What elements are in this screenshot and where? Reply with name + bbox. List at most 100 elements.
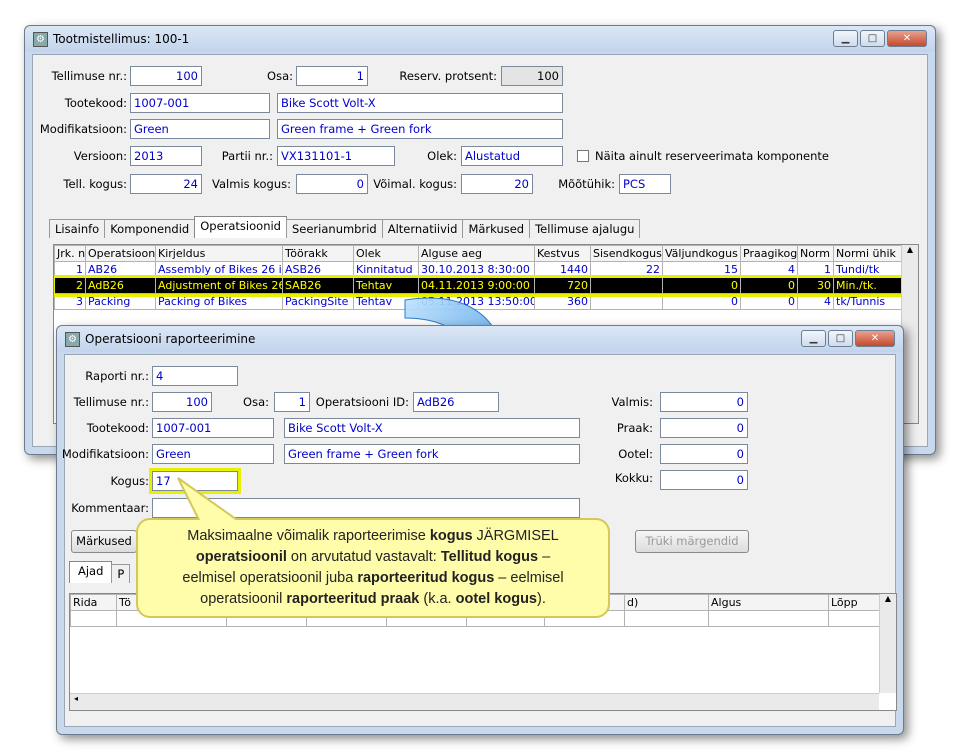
- callout-line: eelmisel operatsioonil juba raporteeritu…: [148, 568, 598, 589]
- col-header[interactable]: Kirjeldus: [155, 245, 283, 262]
- cell: Kinnitatud: [353, 261, 419, 278]
- col-header[interactable]: Olek: [353, 245, 419, 262]
- callout-text-bold: Tellitud kogus: [440, 549, 539, 565]
- scrap-field[interactable]: 0: [660, 418, 748, 438]
- col-header[interactable]: Normi ühik: [833, 245, 904, 262]
- report-number-label: Raporti nr.:: [85, 369, 149, 383]
- version-label: Versioon:: [73, 149, 127, 163]
- cell: [828, 610, 881, 627]
- table-row[interactable]: 3 Packing Packing of Bikes PackingSite T…: [54, 293, 904, 310]
- cell: Tehtav: [353, 277, 419, 294]
- modification-field[interactable]: Green: [130, 119, 270, 139]
- part-label: Osa:: [267, 69, 293, 83]
- col-header[interactable]: Kestvus: [534, 245, 591, 262]
- cell: 0: [662, 277, 741, 294]
- cell: tk/Tunnis: [833, 293, 904, 310]
- tab-alternatiivid[interactable]: Alternatiivid: [381, 219, 464, 238]
- completed-qty-label: Valmis kogus:: [211, 177, 291, 191]
- close-button[interactable]: ✕: [855, 330, 895, 347]
- tab-p[interactable]: P: [111, 564, 131, 583]
- modification-label: Modifikatsioon:: [39, 122, 127, 136]
- quantity-field[interactable]: 17: [149, 468, 241, 494]
- minimize-button[interactable]: ▁: [833, 30, 858, 47]
- col-header[interactable]: Sisendkogus: [590, 245, 663, 262]
- print-labels-button[interactable]: Trüki märgendid: [635, 530, 749, 553]
- callout-text: (k.a.: [419, 591, 456, 607]
- dialog-titlebar: ⚙ Operatsiooni raporteerimine ▁ □ ✕: [57, 326, 903, 352]
- tab-ajad[interactable]: Ajad: [69, 561, 113, 583]
- maximize-button[interactable]: □: [828, 330, 853, 347]
- unit-label: Mõõtühik:: [558, 177, 615, 191]
- tab-markused[interactable]: Märkused: [462, 219, 531, 238]
- times-vertical-scrollbar[interactable]: ▲: [879, 594, 896, 693]
- cell: 4: [740, 261, 798, 278]
- table-row[interactable]: 1 AB26 Assembly of Bikes 26 in ASB26 Kin…: [54, 261, 904, 278]
- completed-field[interactable]: 0: [660, 392, 748, 412]
- col-header[interactable]: Norm: [797, 245, 834, 262]
- cell: 05.11.2013 13:50:00: [418, 293, 535, 310]
- modification-field: Green: [152, 444, 274, 464]
- times-horizontal-scrollbar[interactable]: ◂: [70, 693, 879, 710]
- ordered-qty-field: 24: [130, 174, 202, 194]
- pending-field[interactable]: 0: [660, 444, 748, 464]
- col-header[interactable]: Väljundkogus: [662, 245, 741, 262]
- cell: Packing of Bikes: [155, 293, 283, 310]
- col-header[interactable]: Algus: [708, 594, 829, 611]
- explanation-callout: Maksimaalne võimalik raporteerimise kogu…: [136, 518, 610, 618]
- possible-qty-field: 20: [461, 174, 533, 194]
- part-field[interactable]: 1: [296, 66, 368, 86]
- order-number-label: Tellimuse nr.:: [73, 395, 149, 409]
- report-number-field[interactable]: 4: [152, 366, 238, 386]
- close-button[interactable]: ✕: [887, 30, 927, 47]
- col-header[interactable]: Operatsioonid: [85, 245, 156, 262]
- unreserved-only-checkbox[interactable]: [577, 150, 589, 162]
- callout-text: ).: [537, 591, 546, 607]
- cell: [590, 277, 663, 294]
- order-number-field[interactable]: 100: [130, 66, 202, 86]
- cell: 22: [590, 261, 663, 278]
- col-header[interactable]: Rida: [70, 594, 117, 611]
- total-label: Kokku:: [614, 471, 653, 485]
- tab-seerianumbrid[interactable]: Seerianumbrid: [285, 219, 383, 238]
- col-header[interactable]: Töörakk: [282, 245, 354, 262]
- callout-text-bold: kogus: [429, 528, 473, 544]
- cell: 1: [54, 261, 86, 278]
- version-field[interactable]: 2013: [130, 146, 202, 166]
- order-number-field: 100: [152, 392, 212, 412]
- cell: Packing: [85, 293, 156, 310]
- col-header[interactable]: Alguse aeg: [418, 245, 535, 262]
- callout-text: – eelmisel: [494, 570, 564, 586]
- part-label: Osa:: [243, 395, 269, 409]
- tab-lisainfo[interactable]: Lisainfo: [49, 219, 106, 238]
- batch-number-label: Partii nr.:: [221, 149, 273, 163]
- callout-text: JÄRGMISEL: [472, 528, 559, 544]
- product-code-label: Tootekood:: [86, 421, 149, 435]
- batch-number-field[interactable]: VX131101-1: [277, 146, 395, 166]
- callout-line: Maksimaalne võimalik raporteerimise kogu…: [148, 526, 598, 547]
- comment-field[interactable]: [152, 498, 580, 518]
- operation-id-field: AdB26: [413, 392, 499, 412]
- cell: SAB26: [282, 277, 354, 294]
- cell: 360: [534, 293, 591, 310]
- tab-komponendid[interactable]: Komponendid: [104, 219, 196, 238]
- app-icon: ⚙: [33, 31, 48, 47]
- tab-tellimuse-ajalugu[interactable]: Tellimuse ajalugu: [529, 219, 641, 238]
- minimize-button[interactable]: ▁: [801, 330, 826, 347]
- main-title: Tootmistellimus: 100-1: [53, 32, 190, 46]
- possible-qty-label: Võimal. kogus:: [373, 177, 457, 191]
- remarks-button[interactable]: Märkused: [71, 530, 137, 553]
- col-header[interactable]: d): [624, 594, 709, 611]
- col-header[interactable]: Lõpp: [828, 594, 881, 611]
- callout-text-bold: raporteeritud kogus: [357, 570, 495, 586]
- col-header[interactable]: Praagikogus: [740, 245, 798, 262]
- table-row-selected[interactable]: 2 AdB26 Adjustment of Bikes 26 SAB26 Teh…: [54, 274, 907, 297]
- tab-operatsioonid[interactable]: Operatsioonid: [194, 216, 287, 238]
- cell: Tundi/tk: [833, 261, 904, 278]
- operations-table: Jrk. nr Operatsioonid Kirjeldus Töörakk …: [54, 245, 907, 310]
- cell: 720: [534, 277, 591, 294]
- maximize-button[interactable]: □: [860, 30, 885, 47]
- product-code-field[interactable]: 1007-001: [130, 93, 270, 113]
- col-header[interactable]: Jrk. nr: [54, 245, 86, 262]
- quantity-label: Kogus:: [110, 474, 149, 488]
- ordered-qty-label: Tell. kogus:: [63, 177, 127, 191]
